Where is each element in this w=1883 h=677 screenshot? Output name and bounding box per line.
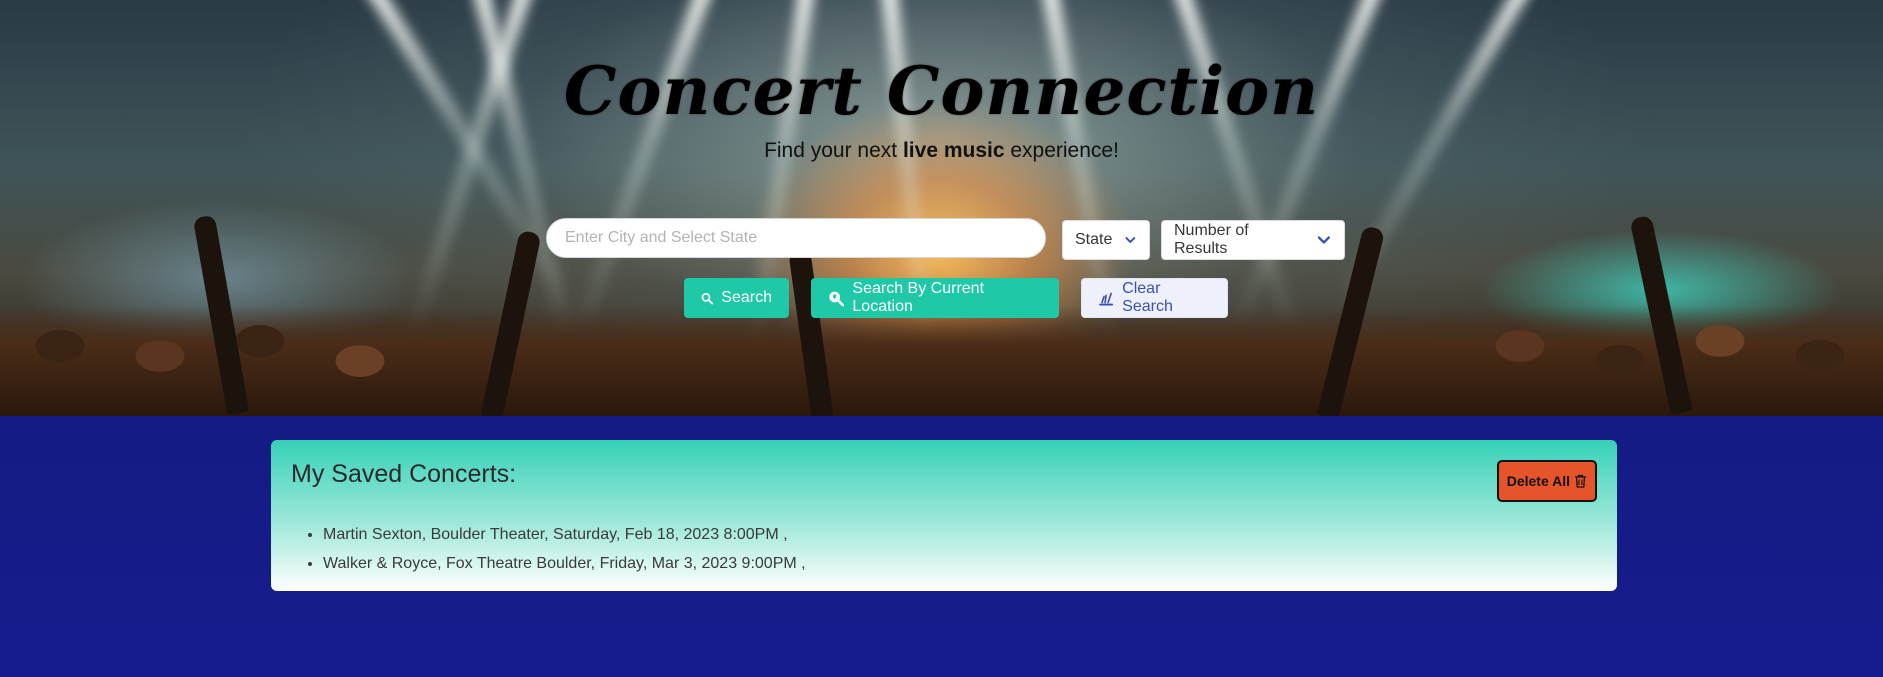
search-by-location-label: Search By Current Location <box>852 280 985 315</box>
subtitle-emphasis: live music <box>902 139 1005 162</box>
results-select-label: Number of Results <box>1174 222 1249 257</box>
chevron-down-icon <box>1318 236 1331 244</box>
crowd-silhouette <box>0 306 1883 416</box>
sweep-icon <box>1099 292 1114 305</box>
saved-concerts-heading: My Saved Concerts: <box>291 460 517 488</box>
state-select[interactable]: State <box>1062 220 1150 260</box>
hero-subtitle: Find your next live music experience! <box>0 139 1883 163</box>
city-search-input[interactable] <box>546 218 1046 258</box>
saved-concert-item[interactable]: Martin Sexton, Boulder Theater, Saturday… <box>323 520 806 549</box>
saved-concerts-list: Martin Sexton, Boulder Theater, Saturday… <box>303 520 806 578</box>
page-title: Concert Connection <box>563 52 1320 130</box>
saved-concerts-panel: My Saved Concerts: Martin Sexton, Boulde… <box>271 440 1617 591</box>
magnifier-icon <box>701 292 714 304</box>
chevron-down-icon <box>1125 237 1136 243</box>
results-count-select[interactable]: Number of Results <box>1161 220 1345 260</box>
clear-search-button[interactable]: Clear Search <box>1081 278 1228 318</box>
clear-search-label: Clear Search <box>1122 280 1173 315</box>
location-search-icon <box>829 291 845 306</box>
subtitle-suffix: experience! <box>1004 139 1119 162</box>
subtitle-prefix: Find your next <box>764 139 903 162</box>
search-by-location-button[interactable]: Search By Current Location <box>811 278 1059 318</box>
delete-all-label: Delete All <box>1506 473 1570 489</box>
search-button-label: Search <box>721 289 772 306</box>
hero-banner: Concert Connection Find your next live m… <box>0 0 1883 416</box>
state-select-label: State <box>1075 231 1113 248</box>
saved-concert-item[interactable]: Walker & Royce, Fox Theatre Boulder, Fri… <box>323 549 806 578</box>
delete-all-button[interactable]: Delete All <box>1496 460 1597 502</box>
trash-icon <box>1575 474 1586 488</box>
search-button[interactable]: Search <box>684 278 789 318</box>
